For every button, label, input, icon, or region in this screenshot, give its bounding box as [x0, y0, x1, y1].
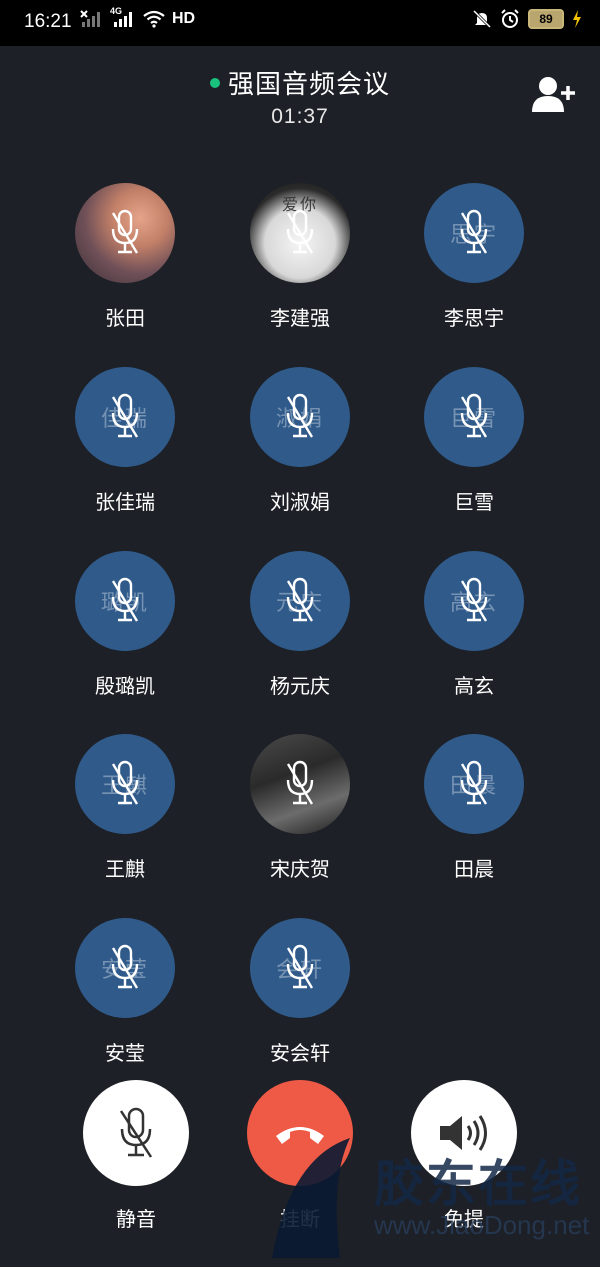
mic-off-icon [286, 944, 314, 989]
mute-label: 静音 [116, 1207, 156, 1231]
member-tile[interactable]: 张田 [50, 183, 200, 331]
member-tile[interactable]: 会轩 安会轩 [225, 918, 375, 1066]
mic-off-icon [111, 209, 139, 254]
status-time: 16:21 [24, 11, 72, 32]
avatar: 高玄 [424, 551, 524, 651]
avatar: 会轩 [250, 918, 350, 1018]
hangup-label: 挂断 [280, 1207, 320, 1231]
member-name: 王麒 [105, 857, 145, 881]
mic-off-icon [111, 944, 139, 989]
member-tile[interactable]: 宋庆贺 [225, 734, 375, 882]
call-header: 强国音频会议 01:37 [0, 64, 600, 129]
member-tile[interactable]: 王麒 王麒 [50, 734, 200, 882]
member-tile[interactable]: 元庆 杨元庆 [225, 551, 375, 699]
member-name: 宋庆贺 [270, 857, 330, 881]
mic-off-icon [460, 393, 488, 438]
member-name: 田晨 [454, 857, 494, 881]
status-bar: 16:21 4G HD 89 [0, 0, 600, 46]
avatar: 巨雪 [424, 367, 524, 467]
member-tile[interactable]: 思宇 李思宇 [399, 183, 549, 331]
mic-off-icon [460, 577, 488, 622]
mic-off-icon [460, 760, 488, 805]
mute-control: 静音 [66, 1080, 206, 1232]
hangup-phone-icon [276, 1127, 324, 1144]
mic-off-icon [286, 393, 314, 438]
member-tile[interactable]: 佳瑞 张佳瑞 [50, 367, 200, 515]
signal-4g-icon: 4G [110, 6, 136, 28]
member-name: 杨元庆 [270, 674, 330, 698]
member-tile[interactable]: 爱你 李建强 [225, 183, 375, 331]
mute-button[interactable] [83, 1080, 189, 1186]
speaker-button[interactable] [411, 1080, 517, 1186]
alarm-icon [501, 9, 519, 28]
mic-off-icon [286, 760, 314, 805]
call-duration: 01:37 [271, 105, 329, 128]
mute-bell-icon [472, 9, 492, 29]
avatar [75, 183, 175, 283]
member-tile[interactable]: 淑娟 刘淑娟 [225, 367, 375, 515]
member-name: 张田 [105, 306, 145, 330]
member-tile[interactable]: 璐凯 殷璐凯 [50, 551, 200, 699]
avatar: 爱你 [250, 183, 350, 283]
member-tile[interactable]: 高玄 高玄 [399, 551, 549, 699]
status-icons-left: 4G HD [80, 6, 196, 28]
online-indicator [209, 77, 220, 88]
call-controls: 静音 挂断 免提 [0, 1080, 600, 1240]
mic-off-icon [286, 577, 314, 622]
mic-off-icon [111, 577, 139, 622]
speaker-icon [440, 1115, 487, 1151]
add-member-icon[interactable] [532, 74, 576, 114]
member-name: 高玄 [454, 674, 494, 698]
member-name: 李思宇 [444, 306, 504, 330]
signal-off-icon [80, 10, 100, 27]
member-tile[interactable]: 田晨 田晨 [399, 734, 549, 882]
mic-off-icon [111, 760, 139, 805]
mic-off-icon [286, 209, 314, 254]
member-name: 刘淑娟 [270, 490, 330, 514]
hangup-button[interactable] [247, 1080, 353, 1186]
avatar: 安莹 [75, 918, 175, 1018]
member-tile[interactable]: 安莹 安莹 [50, 918, 200, 1066]
avatar: 璐凯 [75, 551, 175, 651]
battery-indicator: 89 [528, 9, 564, 29]
mic-off-icon [111, 393, 139, 438]
avatar [250, 734, 350, 834]
speaker-control: 免提 [394, 1080, 534, 1232]
avatar: 田晨 [424, 734, 524, 834]
member-name: 安会轩 [270, 1041, 330, 1065]
hangup-control: 挂断 [230, 1080, 370, 1232]
page-title: 强国音频会议 [227, 70, 390, 100]
member-name: 李建强 [270, 306, 330, 330]
avatar: 元庆 [250, 551, 350, 651]
speaker-label: 免提 [444, 1207, 484, 1231]
member-name: 巨雪 [454, 490, 494, 514]
member-name: 安莹 [105, 1041, 145, 1065]
avatar: 佳瑞 [75, 367, 175, 467]
avatar: 王麒 [75, 734, 175, 834]
wifi-icon [143, 10, 165, 28]
charging-icon [573, 10, 581, 28]
member-tile[interactable]: 巨雪 巨雪 [399, 367, 549, 515]
member-name: 张佳瑞 [95, 490, 155, 514]
status-icons-right: 89 [472, 9, 582, 29]
mic-off-icon [460, 209, 488, 254]
mic-off-icon [119, 1107, 153, 1158]
avatar: 思宇 [424, 183, 524, 283]
member-name: 殷璐凯 [95, 674, 155, 698]
title-row: 强国音频会议 [209, 64, 390, 101]
avatar: 淑娟 [250, 367, 350, 467]
hd-indicator: HD [172, 10, 196, 27]
